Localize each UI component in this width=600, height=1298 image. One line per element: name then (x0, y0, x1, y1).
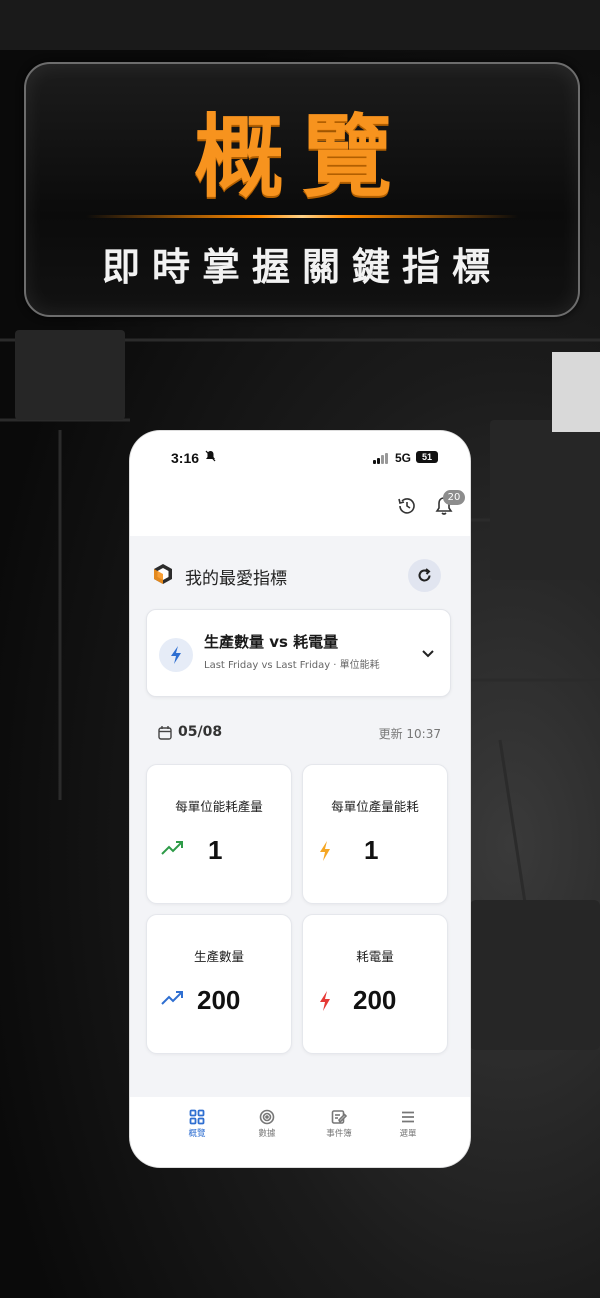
favorite-metric-dropdown[interactable]: 生產數量 vs 耗電量 Last Friday vs Last Friday ·… (146, 609, 451, 697)
tile-value: 1 (364, 835, 379, 865)
tab-overview[interactable]: 概覽 (172, 1109, 222, 1149)
refresh-button[interactable] (408, 559, 441, 592)
app-header: 20 (130, 481, 470, 536)
banner-divider (86, 215, 518, 218)
notification-badge: 20 (443, 490, 465, 505)
tile-value: 1 (208, 835, 223, 865)
tab-label: 事件簿 (326, 1129, 352, 1139)
banner-subtitle: 即時掌握關鍵指標 (101, 245, 502, 289)
tile-label: 每單位能耗產量 (175, 799, 263, 814)
status-time: 3:16 (171, 450, 200, 466)
kpi-tile-power[interactable]: 耗電量 200 (302, 914, 448, 1054)
target-icon (259, 1109, 275, 1125)
phone-screen: 3:16 5G 51 20 我的最愛指標 生產數量 vs 耗電量 Last Fr… (130, 431, 470, 1167)
metric-title: 生產數量 vs 耗電量 (204, 633, 339, 651)
status-bar: 3:16 5G 51 (130, 431, 470, 481)
tab-label: 概覽 (188, 1129, 206, 1139)
bolt-icon (159, 638, 193, 672)
promo-banner: 概覽 即時掌握關鍵指標 (24, 62, 580, 317)
bottom-tab-bar: 概覽 數據 事件簿 選單 (130, 1097, 470, 1167)
tab-label: 數據 (258, 1129, 276, 1139)
bolt-icon (317, 990, 333, 1016)
kpi-tile-output-per-energy[interactable]: 每單位能耗產量 1 (146, 764, 292, 904)
date-label: 05/08 (178, 724, 223, 740)
tab-label: 選單 (399, 1129, 417, 1139)
bolt-icon (317, 840, 333, 866)
network-label: 5G (395, 451, 412, 465)
app-logo-icon (152, 563, 174, 585)
trend-up-icon (161, 990, 185, 1010)
favorites-header: 我的最愛指標 (130, 549, 470, 601)
banner-title: 概覽 (194, 105, 410, 210)
history-icon[interactable] (396, 495, 418, 517)
tile-label: 生產數量 (193, 949, 244, 964)
tile-value: 200 (353, 985, 397, 1015)
edit-icon (331, 1110, 347, 1124)
silent-bell-icon (205, 450, 216, 465)
tab-data[interactable]: 數據 (242, 1109, 292, 1149)
favorites-title: 我的最愛指標 (185, 569, 287, 589)
chevron-down-icon (420, 646, 436, 666)
tab-events[interactable]: 事件簿 (314, 1109, 364, 1149)
tab-menu[interactable]: 選單 (383, 1109, 433, 1149)
battery-icon: 51 (416, 451, 438, 463)
metric-subtitle: Last Friday vs Last Friday · 單位能耗 (204, 660, 380, 671)
trend-up-icon (161, 840, 185, 860)
tile-label: 耗電量 (356, 949, 394, 964)
updated-time: 更新 10:37 (378, 727, 441, 741)
grid-icon (189, 1109, 205, 1125)
kpi-tile-energy-per-output[interactable]: 每單位產量能耗 1 (302, 764, 448, 904)
menu-icon (402, 1111, 414, 1123)
date-row: 05/08 更新 10:37 (130, 721, 470, 745)
tile-label: 每單位產量能耗 (331, 799, 419, 814)
calendar-icon (158, 725, 172, 744)
kpi-tile-production[interactable]: 生產數量 200 (146, 914, 292, 1054)
signal-icon (373, 453, 389, 464)
tile-value: 200 (197, 985, 241, 1015)
refresh-icon (418, 568, 431, 582)
